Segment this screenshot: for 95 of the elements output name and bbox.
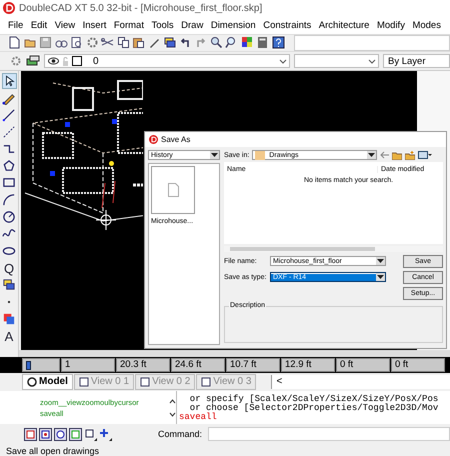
snap-icon[interactable] <box>39 428 52 441</box>
center-grip-point[interactable] <box>109 161 114 166</box>
document-icon <box>168 183 178 198</box>
menu-item[interactable]: Insert <box>82 20 106 31</box>
dropdown-arrow-icon[interactable] <box>377 258 384 264</box>
console-line: saveall <box>179 412 218 422</box>
folder-icon <box>255 150 266 160</box>
model-icon <box>27 376 37 387</box>
status-cell: 20.3 ft <box>116 358 170 372</box>
menu-item[interactable]: Modify <box>376 20 405 31</box>
status-cell: 10.7 ft <box>226 358 280 372</box>
eye-icon[interactable] <box>48 57 59 66</box>
horizontal-scrollbar[interactable] <box>224 246 443 252</box>
dotted-line-icon <box>2 125 16 140</box>
status-cell: 1 <box>61 358 115 372</box>
scrollbar-arrows-icon[interactable] <box>169 396 176 419</box>
pen-icon[interactable] <box>148 36 160 50</box>
tool-button[interactable] <box>2 124 16 140</box>
tool-button[interactable]: Q <box>2 260 16 276</box>
tool-button[interactable]: A <box>2 328 16 344</box>
window-title: DoubleCAD XT 5.0 32-bit - [Microhouse_first_floor.skp] <box>19 2 262 14</box>
crosshair-cursor-icon <box>96 210 116 230</box>
grip-handle[interactable] <box>112 119 117 124</box>
dialog-title: Save As <box>161 135 190 144</box>
dropdown-arrow-icon[interactable] <box>368 152 376 158</box>
pencil-icon <box>2 91 16 106</box>
status-cell: 24.6 ft <box>171 358 225 372</box>
undo-icon[interactable] <box>178 36 192 50</box>
layers-icon[interactable] <box>26 55 40 68</box>
snap-icon[interactable] <box>54 428 67 441</box>
layer-dropdown[interactable]: 0 <box>44 54 290 68</box>
view-menu-icon[interactable] <box>418 151 432 160</box>
linetype-dropdown[interactable]: By Layer <box>383 54 450 68</box>
snap-icon[interactable] <box>24 428 37 441</box>
snap-icon[interactable] <box>84 428 97 441</box>
app-logo-icon <box>149 135 158 144</box>
command-input[interactable] <box>208 427 450 442</box>
status-cell: 12.9 ft <box>281 358 335 372</box>
fill-icon <box>2 312 16 326</box>
menu-item[interactable]: Tools <box>151 20 174 31</box>
view-tab[interactable]: Model <box>22 374 73 390</box>
gear-icon[interactable] <box>10 55 22 68</box>
tool-button[interactable] <box>2 209 16 226</box>
tool-button[interactable] <box>2 73 16 90</box>
gear-icon[interactable] <box>86 36 98 50</box>
view-icon <box>78 376 89 387</box>
command-label: Command: <box>158 429 202 440</box>
snap-icon[interactable] <box>69 428 82 441</box>
status-cell: 0 ft <box>336 358 390 372</box>
grip-handle[interactable] <box>50 171 55 176</box>
status-text: Save all open drawings <box>5 445 100 456</box>
line-icon <box>2 108 16 122</box>
file-thumbnail[interactable] <box>151 166 195 214</box>
indicator-icon <box>26 360 31 370</box>
grip-handle[interactable] <box>65 122 70 128</box>
menu-item[interactable]: Format <box>114 20 144 31</box>
palette-icon[interactable] <box>240 36 254 50</box>
menu-item[interactable]: Draw <box>181 20 204 31</box>
menu-item[interactable]: Modes <box>412 20 441 31</box>
toolbar-field[interactable] <box>294 34 450 51</box>
view-icon <box>201 376 212 387</box>
horizontal-scrollbar[interactable] <box>19 350 450 358</box>
new-folder-icon[interactable] <box>405 150 416 160</box>
help-icon[interactable] <box>272 36 284 50</box>
print-preview-icon[interactable] <box>70 36 83 50</box>
console-line: or choose [Selector2DProperties/Toggle2D3D/Mov <box>190 404 440 413</box>
save-icon[interactable] <box>39 36 52 50</box>
circle-icon <box>2 210 16 224</box>
color-swatch-icon[interactable] <box>72 56 82 66</box>
console-line: or specify [ScaleX/ScaleY/SizeX/SizeY/PosX/Pos <box>188 394 440 404</box>
arc-icon <box>2 193 16 208</box>
up-folder-icon[interactable] <box>392 150 402 160</box>
menu-item[interactable]: Dimension <box>210 20 256 31</box>
menu-item[interactable]: Edit <box>30 20 48 31</box>
zoom-icon[interactable] <box>225 36 238 50</box>
tool-button[interactable] <box>2 107 16 124</box>
paste-icon[interactable] <box>132 36 145 50</box>
polygon-icon <box>2 159 16 174</box>
layers-icon <box>2 278 16 292</box>
snap-icon[interactable] <box>99 428 112 441</box>
view-icon <box>140 376 150 387</box>
menu-item[interactable]: File <box>8 20 24 31</box>
dropdown-arrow-icon[interactable] <box>377 274 384 280</box>
status-cell: 0 ft <box>391 358 445 372</box>
back-arrow-icon[interactable] <box>380 151 390 160</box>
menu-item[interactable]: View <box>54 20 76 31</box>
layers-icon[interactable] <box>163 36 176 50</box>
calculator-icon[interactable] <box>256 36 269 50</box>
copy-icon[interactable] <box>116 36 130 50</box>
menu-item[interactable]: Architecture <box>318 20 370 31</box>
tab-scroll-button[interactable]: < <box>271 374 450 389</box>
new-document-icon[interactable] <box>8 36 21 50</box>
dropdown-arrow-icon[interactable] <box>211 152 218 158</box>
menu-item[interactable]: Constraints <box>263 20 312 31</box>
zoom-icon[interactable] <box>210 36 222 50</box>
